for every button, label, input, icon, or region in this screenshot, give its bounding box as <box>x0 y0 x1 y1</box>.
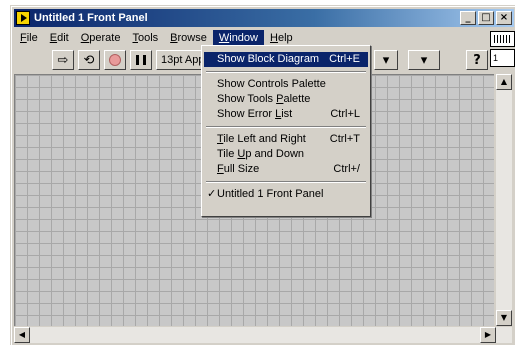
label-text: ile <box>26 32 38 44</box>
stop-icon <box>109 54 121 66</box>
menu-item-full-size[interactable]: Full Size Ctrl+/ <box>204 162 368 177</box>
menu-separator <box>206 181 366 183</box>
menu-browse[interactable]: Browse <box>164 30 213 46</box>
menu-item-untitled-1-front-panel[interactable]: ✓Untitled 1 Front Panel <box>204 187 368 202</box>
icon-connector-pane[interactable]: 1 <box>489 31 515 71</box>
help-icon: ? <box>473 52 481 68</box>
mnemonic-letter: E <box>49 32 58 44</box>
label-text: alette <box>283 93 311 105</box>
menu-item-shortcut: Ctrl+/ <box>333 163 360 175</box>
menu-separator <box>206 71 366 73</box>
label-text: p and Down <box>245 148 305 160</box>
label-text: ile Left and Right <box>223 133 306 145</box>
label-text: Tile <box>217 148 238 160</box>
mnemonic-letter: H <box>270 32 278 44</box>
menu-item-label: Show Controls Palette <box>217 77 326 92</box>
scroll-down-button[interactable]: ▼ <box>496 310 512 326</box>
label-text: elp <box>277 32 293 44</box>
align-objects-button[interactable]: ▾ <box>374 50 398 70</box>
menu-item-show-error-list[interactable]: Show Error List Ctrl+L <box>204 107 368 122</box>
menu-item-label: Full Size <box>217 162 259 177</box>
window-title: Untitled 1 Front Panel <box>34 12 148 24</box>
label-text: Untitled 1 Front Panel <box>217 188 324 200</box>
align-dropdown-icon: ▾ <box>382 52 390 68</box>
mnemonic-letter: F <box>217 163 224 175</box>
label-text: rowse <box>177 32 207 44</box>
menu-edit[interactable]: Edit <box>44 30 75 46</box>
minimize-button[interactable]: _ <box>460 11 476 25</box>
menu-separator <box>206 126 366 128</box>
menu-item-shortcut: Ctrl+E <box>329 53 360 65</box>
reorder-dropdown-icon: ▾ <box>420 52 428 68</box>
label-text: dit <box>57 32 69 44</box>
label-text: indow <box>229 32 258 44</box>
abort-button[interactable] <box>104 50 126 70</box>
menu-help[interactable]: Help <box>264 30 299 46</box>
label-text: Show Controls Palette <box>217 78 326 90</box>
window-menu-dropdown: Show Block Diagram Ctrl+E Show Controls Pa… <box>201 45 371 217</box>
menu-item-label: Tile Left and Right <box>217 132 306 147</box>
menu-item-shortcut: Ctrl+T <box>329 133 360 145</box>
checkmark-icon: ✓ <box>207 188 217 200</box>
menu-item-label: Show Block Diagram <box>217 52 319 67</box>
mnemonic-letter: F <box>20 32 27 44</box>
menu-item-shortcut: Ctrl+L <box>330 108 360 120</box>
pause-button[interactable] <box>130 50 152 70</box>
context-help-button[interactable]: ? <box>466 50 488 70</box>
menu-item-show-tools-palette[interactable]: Show Tools Palette <box>204 92 368 107</box>
menu-item-show-controls-palette[interactable]: Show Controls Palette <box>204 77 368 92</box>
menu-item-label: Show Error List <box>217 107 292 122</box>
scroll-up-button[interactable]: ▲ <box>496 74 512 90</box>
menu-operate[interactable]: Operate <box>75 30 127 46</box>
menu-item-label: Show Tools Palette <box>217 92 310 107</box>
menu-file[interactable]: File <box>14 30 44 46</box>
menu-item-label: ✓Untitled 1 Front Panel <box>207 187 323 202</box>
menu-item-tile-left-and-right[interactable]: Tile Left and Right Ctrl+T <box>204 132 368 147</box>
menu-item-label: Tile Up and Down <box>217 147 304 162</box>
menu-item-tile-up-and-down[interactable]: Tile Up and Down <box>204 147 368 162</box>
menu-window[interactable]: Window <box>212 30 264 46</box>
mnemonic-letter: O <box>80 32 90 44</box>
vertical-scrollbar[interactable]: ▲ ▼ <box>496 74 512 326</box>
run-continuously-button[interactable]: ⟲ <box>78 50 100 70</box>
close-button[interactable]: × <box>496 11 512 25</box>
scroll-right-button[interactable]: ▶ <box>480 327 496 343</box>
reorder-button[interactable]: ▾ <box>408 50 440 70</box>
restore-button[interactable]: □ <box>478 11 494 25</box>
run-continuously-icon: ⟲ <box>83 52 95 68</box>
title-bar[interactable]: Untitled 1 Front Panel _ □ × <box>14 9 514 27</box>
run-arrow-icon: ⇨ <box>57 52 69 68</box>
mnemonic-letter: W <box>218 32 230 44</box>
label-text: Show Error <box>217 108 276 120</box>
labview-run-icon <box>16 11 30 25</box>
label-text: Show Block Diagram <box>217 53 320 65</box>
horizontal-scrollbar[interactable]: ◀ ▶ <box>14 327 512 343</box>
label-text: ull Size <box>223 163 260 175</box>
label-text: ist <box>281 108 293 120</box>
connector-terminal[interactable]: 1 <box>490 49 515 67</box>
label-text: ools <box>137 32 159 44</box>
scroll-left-button[interactable]: ◀ <box>14 327 30 343</box>
mnemonic-letter: B <box>170 32 178 44</box>
label-text: Show Tools <box>217 93 277 105</box>
menu-item-show-block-diagram[interactable]: Show Block Diagram Ctrl+E <box>204 52 368 67</box>
pause-icon <box>136 55 146 65</box>
menu-tools[interactable]: Tools <box>126 30 164 46</box>
run-button[interactable]: ⇨ <box>52 50 74 70</box>
vi-icon[interactable] <box>490 31 515 47</box>
label-text: perate <box>89 32 121 44</box>
